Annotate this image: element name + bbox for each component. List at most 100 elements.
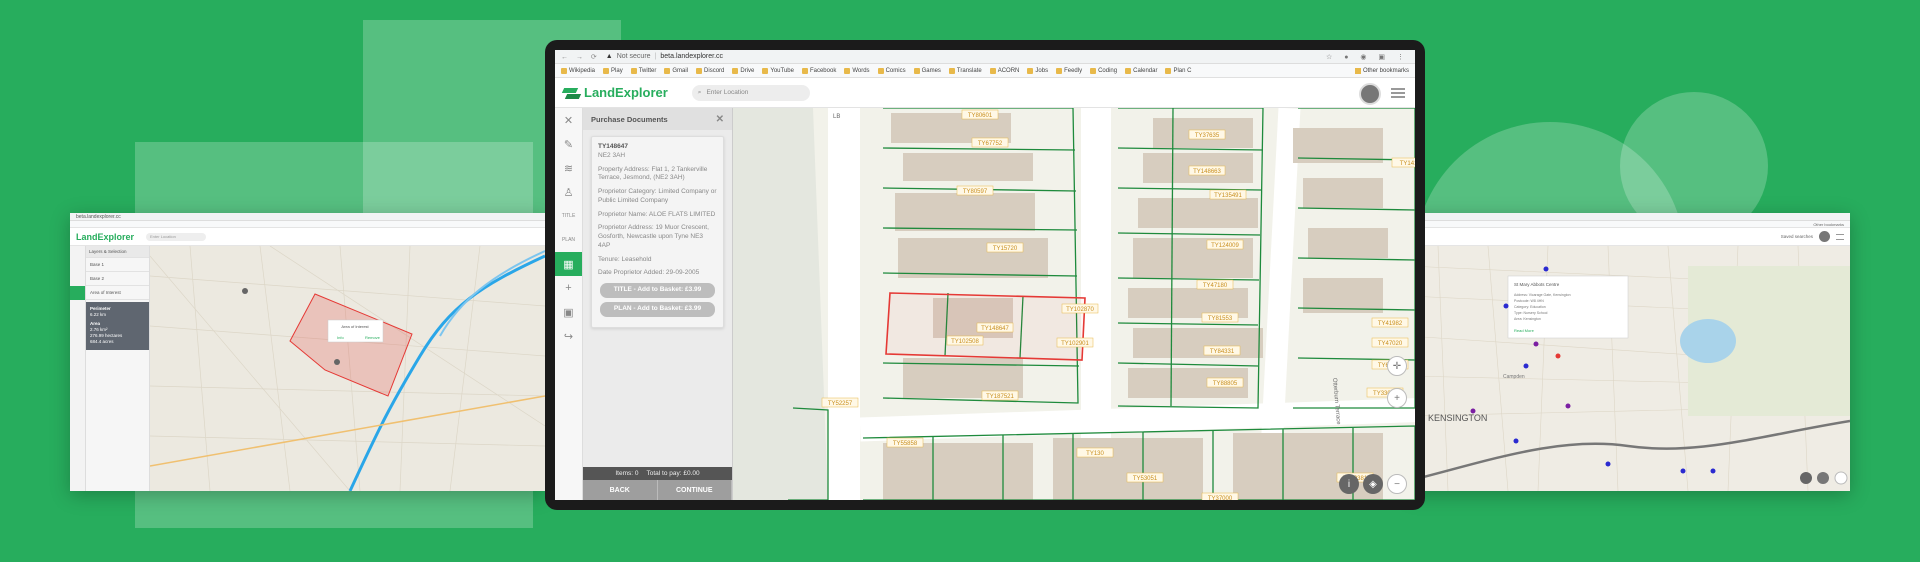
right-window-avatar[interactable] (1819, 231, 1830, 242)
parcel-label-text: TY52257 (828, 401, 853, 407)
parcel-label-text: TY1411 (1400, 161, 1415, 167)
bookmark-item[interactable]: Wikipedia (561, 67, 595, 74)
bookmark-icon (844, 67, 851, 74)
bookmark-item[interactable]: Comics (877, 67, 906, 74)
bookmark-label: Words (852, 67, 870, 74)
close-icon[interactable]: ✕ (716, 114, 724, 125)
parcel-label: TY80597 (956, 185, 994, 196)
browser-address-bar: ← → ⟳ ▲ Not secure | beta.landexplorer.c… (555, 50, 1415, 64)
left-window-active-tool[interactable] (70, 286, 85, 300)
left-panel-row[interactable]: Area of Interest (86, 286, 149, 300)
bookmark-item[interactable]: Play (603, 67, 623, 74)
saved-searches-link[interactable]: Saved searches (1781, 234, 1813, 239)
user-avatar[interactable] (1359, 83, 1381, 105)
bookmark-item[interactable]: Facebook (801, 67, 836, 74)
left-window-logo: LandExplorer (76, 231, 135, 242)
info-icon[interactable]: i (1339, 474, 1359, 494)
search-icon: ⌕ (697, 88, 702, 96)
browser-url[interactable]: ▲ Not secure | beta.landexplorer.cc (606, 53, 723, 60)
kensington-label: KENSINGTON (1428, 413, 1487, 423)
browser-extension-icons[interactable]: ☆ ● ◉ ▣ ⋮ (1326, 53, 1409, 61)
bookmark-item[interactable]: Twitter (630, 67, 657, 74)
bookmark-item[interactable]: Words (844, 67, 870, 74)
close-icon[interactable]: ✕ (555, 108, 582, 132)
plan-add-to-basket-button[interactable]: PLAN - Add to Basket: £3.99 (600, 301, 715, 317)
bookmark-item[interactable]: Gmail (664, 67, 688, 74)
left-panel-row[interactable]: Layers & Selection (86, 246, 149, 258)
bookmark-item[interactable]: Jobs (1027, 67, 1049, 74)
right-window-menu-icon[interactable] (1836, 233, 1844, 240)
bookmark-label: Jobs (1035, 67, 1049, 74)
building-footprint (1233, 433, 1383, 500)
zoom-out-icon (1834, 471, 1848, 485)
basket-total: Total to pay: £0.00 (646, 470, 700, 477)
date-proprietor-added: Date Proprietor Added: 29-09-2005 (598, 269, 700, 277)
parcel-map-canvas[interactable]: TY80601 TY67752 TY80597 TY15720 TY148647 TY10… (733, 108, 1415, 500)
title-icon[interactable]: TITLE (555, 204, 582, 228)
parcel-label: TY148663 (1188, 165, 1226, 176)
bookmark-item[interactable]: Calendar (1125, 67, 1157, 74)
layers-icon[interactable]: ◈ (1363, 474, 1383, 494)
area-popup-title: Area of Interest (341, 324, 369, 329)
locate-icon[interactable]: ✛ (1387, 356, 1407, 376)
parcel-label-text: TY80597 (963, 189, 988, 195)
bookmark-icon (762, 67, 769, 74)
bookmark-item[interactable]: YouTube (762, 67, 794, 74)
left-window-search[interactable]: Enter Location (146, 232, 207, 241)
bookmark-label: Twitter (638, 67, 657, 74)
map-pin-icon (1470, 408, 1476, 414)
basket-icon[interactable]: ▦ (555, 252, 582, 276)
left-panel-row[interactable]: Base 2 (86, 272, 149, 286)
location-search-input[interactable]: ⌕ Enter Location (691, 84, 810, 101)
parcel-label-text: TY55858 (893, 441, 918, 447)
bookmark-label: Plan C (1173, 67, 1192, 74)
save-icon[interactable]: ▣ (555, 300, 582, 324)
bookmark-item[interactable]: Feedly (1056, 67, 1082, 74)
hamburger-menu-icon[interactable] (1391, 88, 1405, 98)
map-pin-icon (1605, 461, 1611, 467)
bookmark-label: Games (921, 67, 941, 74)
parcel-map[interactable]: TY80601 TY67752 TY80597 TY15720 TY148647 TY10… (733, 108, 1415, 500)
parcel-label-text: TY135491 (1214, 193, 1242, 199)
other-bookmarks[interactable]: Other bookmarks (1354, 67, 1409, 74)
left-window-map[interactable]: Area of Interest Info Remove (150, 246, 545, 491)
person-icon[interactable]: ♙ (555, 180, 582, 204)
app-logo[interactable]: LandExplorer (563, 85, 668, 100)
bookmark-item[interactable]: Games (913, 67, 941, 74)
proprietor-name: Proprietor Name: ALOE FLATS LIMITED (598, 210, 716, 218)
right-window-map[interactable]: St Mary Abbots Centre Address: Vicarage … (1408, 246, 1850, 491)
bookmark-icon (1027, 67, 1034, 74)
plan-icon[interactable]: PLAN (555, 228, 582, 252)
basket-summary: Items: 0 Total to pay: £0.00 (583, 467, 732, 480)
pencil-icon[interactable]: ✎ (555, 132, 582, 156)
parcel-label: TY84331 (1203, 345, 1241, 356)
left-window-tabbar: beta.landexplorer.cc (70, 213, 545, 221)
bookmark-item[interactable]: Discord (696, 67, 724, 74)
bookmark-item[interactable]: ACORN (989, 67, 1019, 74)
place-popup-title: St Mary Abbots Centre (1514, 282, 1560, 287)
continue-button[interactable]: CONTINUE (657, 480, 732, 500)
right-browser-window: Other bookmarks Saved searches St Mary A… (1408, 213, 1850, 491)
browser-nav-icons[interactable]: ← → ⟳ (561, 53, 600, 61)
bookmark-item[interactable]: Plan C (1165, 67, 1192, 74)
parcel-label-text: TY130 (1086, 451, 1104, 457)
panel-title: Purchase Documents (591, 114, 668, 124)
purchase-documents-panel: Purchase Documents ✕ TY148647 NE2 3AH Pr… (583, 108, 733, 500)
parcel-label: TY102901 (1056, 337, 1094, 348)
zoom-in-icon[interactable]: + (1387, 388, 1407, 408)
road (828, 108, 860, 500)
bookmark-item[interactable]: Coding (1090, 67, 1117, 74)
bookmark-icon (913, 67, 920, 74)
parcel-label: TY102870 (1061, 303, 1099, 314)
bookmark-item[interactable]: Translate (948, 67, 982, 74)
layers-icon[interactable]: ≋ (555, 156, 582, 180)
left-toolbar: ✕ ✎ ≋ ♙ TITLE PLAN ▦ + ▣ ↪ (555, 108, 583, 500)
bookmark-label: Drive (740, 67, 755, 74)
back-button[interactable]: BACK (583, 480, 658, 500)
title-add-to-basket-button[interactable]: TITLE - Add to Basket: £3.99 (600, 283, 715, 298)
plus-icon[interactable]: + (555, 276, 582, 300)
bookmark-item[interactable]: Drive (732, 67, 755, 74)
share-icon[interactable]: ↪ (555, 324, 582, 348)
zoom-out-icon[interactable]: − (1387, 474, 1407, 494)
left-panel-row[interactable]: Base 1 (86, 258, 149, 272)
